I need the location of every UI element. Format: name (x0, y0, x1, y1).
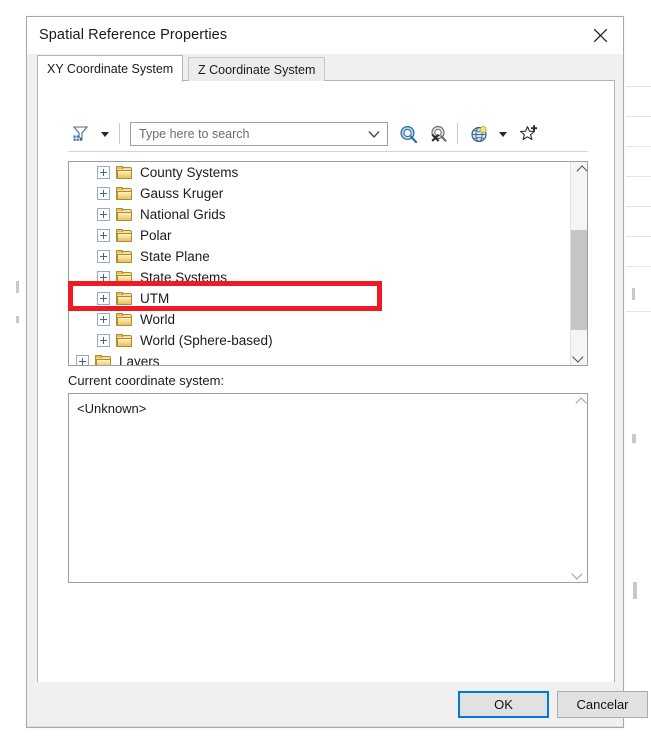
tree-item-state-systems[interactable]: State Systems (69, 267, 570, 288)
title-bar: Spatial Reference Properties (27, 17, 623, 54)
folder-icon (116, 228, 133, 243)
background-rule (626, 236, 651, 237)
expander-plus-icon[interactable] (97, 229, 110, 242)
folder-icon (116, 312, 133, 327)
scroll-up-chevron-up-icon[interactable] (571, 162, 587, 179)
tree-item-label: State Systems (140, 269, 228, 285)
search-dropdown-chevron-down-icon[interactable] (361, 130, 387, 139)
folder-icon (116, 249, 133, 264)
xy-coordinate-system-panel: Type here to search County Systems Gauss… (37, 80, 615, 684)
scroll-up-chevron-up-icon[interactable] (570, 394, 587, 411)
expander-plus-icon[interactable] (76, 355, 89, 365)
tree-item-label: UTM (140, 290, 170, 306)
background-rule (626, 176, 651, 177)
tree-scroll-viewport: County Systems Gauss Kruger National Gri… (69, 162, 570, 365)
scroll-down-chevron-down-icon[interactable] (571, 348, 587, 365)
globe-dropdown-chevron-down-icon[interactable] (494, 119, 512, 149)
tab-label: Z Coordinate System (198, 62, 316, 77)
background-rule (626, 206, 651, 207)
tab-strip: XY Coordinate System Z Coordinate System (27, 54, 623, 82)
tree-item-world[interactable]: World (69, 309, 570, 330)
folder-icon (116, 291, 133, 306)
folder-icon (116, 186, 133, 201)
background-rule (626, 86, 651, 87)
magnifier-icon[interactable] (395, 119, 421, 149)
tree-item-state-plane[interactable]: State Plane (69, 246, 570, 267)
scroll-down-chevron-down-icon[interactable] (570, 565, 587, 582)
cancel-button[interactable]: Cancelar (557, 691, 648, 718)
cancel-button-label: Cancelar (576, 697, 629, 712)
tree-item-gauss-kruger[interactable]: Gauss Kruger (69, 183, 570, 204)
tab-label: XY Coordinate System (47, 62, 174, 76)
ok-button-label: OK (494, 697, 513, 712)
filter-funnel-icon[interactable] (68, 119, 94, 149)
tree-item-world-sphere-based[interactable]: World (Sphere-based) (69, 330, 570, 351)
folder-icon (95, 354, 112, 365)
background-artifact (16, 316, 19, 323)
coordinate-system-tree[interactable]: County Systems Gauss Kruger National Gri… (68, 161, 588, 366)
magnifier-clear-icon[interactable] (425, 119, 451, 149)
background-artifact (16, 281, 19, 293)
folder-icon (116, 270, 133, 285)
close-icon[interactable] (578, 17, 623, 54)
current-coordinate-system-label: Current coordinate system: (68, 373, 225, 388)
folder-icon (116, 165, 133, 180)
background-rule (626, 116, 651, 117)
expander-plus-icon[interactable] (97, 292, 110, 305)
expander-plus-icon[interactable] (97, 250, 110, 263)
toolbar-separator (119, 123, 120, 144)
expander-plus-icon[interactable] (97, 187, 110, 200)
tree-item-national-grids[interactable]: National Grids (69, 204, 570, 225)
spatial-reference-properties-dialog: Spatial Reference Properties XY Coordina… (26, 16, 648, 728)
background-artifact (633, 582, 637, 599)
current-coordinate-system-value: <Unknown> (77, 401, 147, 416)
tree-item-layers[interactable]: Layers (69, 351, 570, 365)
tab-z-coordinate-system[interactable]: Z Coordinate System (188, 57, 326, 81)
background-rule (626, 311, 651, 312)
scrollbar-thumb[interactable] (571, 230, 587, 330)
search-input[interactable]: Type here to search (130, 122, 388, 146)
dialog-footer: OK Cancelar (27, 682, 648, 727)
expander-plus-icon[interactable] (97, 334, 110, 347)
background-artifact (632, 288, 635, 300)
tree-item-county-systems[interactable]: County Systems (69, 162, 570, 183)
background-rule (626, 146, 651, 147)
window-title: Spatial Reference Properties (39, 27, 228, 43)
tree-item-label: World (140, 311, 176, 327)
folder-icon (116, 207, 133, 222)
tree-item-label: State Plane (140, 248, 210, 264)
background-artifact (632, 434, 636, 443)
current-coordinate-system-box[interactable]: <Unknown> (68, 393, 588, 583)
ok-button[interactable]: OK (458, 691, 549, 718)
tree-item-label: Polar (140, 227, 172, 243)
tree-vertical-scrollbar[interactable] (570, 162, 587, 365)
folder-icon (116, 333, 133, 348)
star-add-icon[interactable] (516, 119, 542, 149)
footer-divider (27, 726, 623, 727)
search-input-placeholder: Type here to search (139, 127, 250, 141)
toolbar-separator (457, 123, 458, 144)
search-toolbar: Type here to search (68, 119, 588, 149)
expander-plus-icon[interactable] (97, 313, 110, 326)
expander-plus-icon[interactable] (97, 208, 110, 221)
tree-item-polar[interactable]: Polar (69, 225, 570, 246)
tab-xy-coordinate-system[interactable]: XY Coordinate System (37, 55, 184, 82)
tree-item-label: National Grids (140, 206, 226, 222)
expander-plus-icon[interactable] (97, 166, 110, 179)
tree-item-label: World (Sphere-based) (140, 332, 273, 348)
tree-item-label: Layers (119, 353, 160, 365)
tree-item-utm[interactable]: UTM (69, 288, 570, 309)
background-rule (626, 266, 651, 267)
toolbar-divider (68, 151, 588, 152)
tree-item-label: County Systems (140, 164, 239, 180)
current-coordinate-system-scrollbar[interactable] (570, 394, 587, 582)
expander-plus-icon[interactable] (97, 271, 110, 284)
filter-dropdown-chevron-down-icon[interactable] (96, 119, 114, 149)
globe-icon[interactable] (466, 119, 492, 149)
tree-item-label: Gauss Kruger (140, 185, 224, 201)
